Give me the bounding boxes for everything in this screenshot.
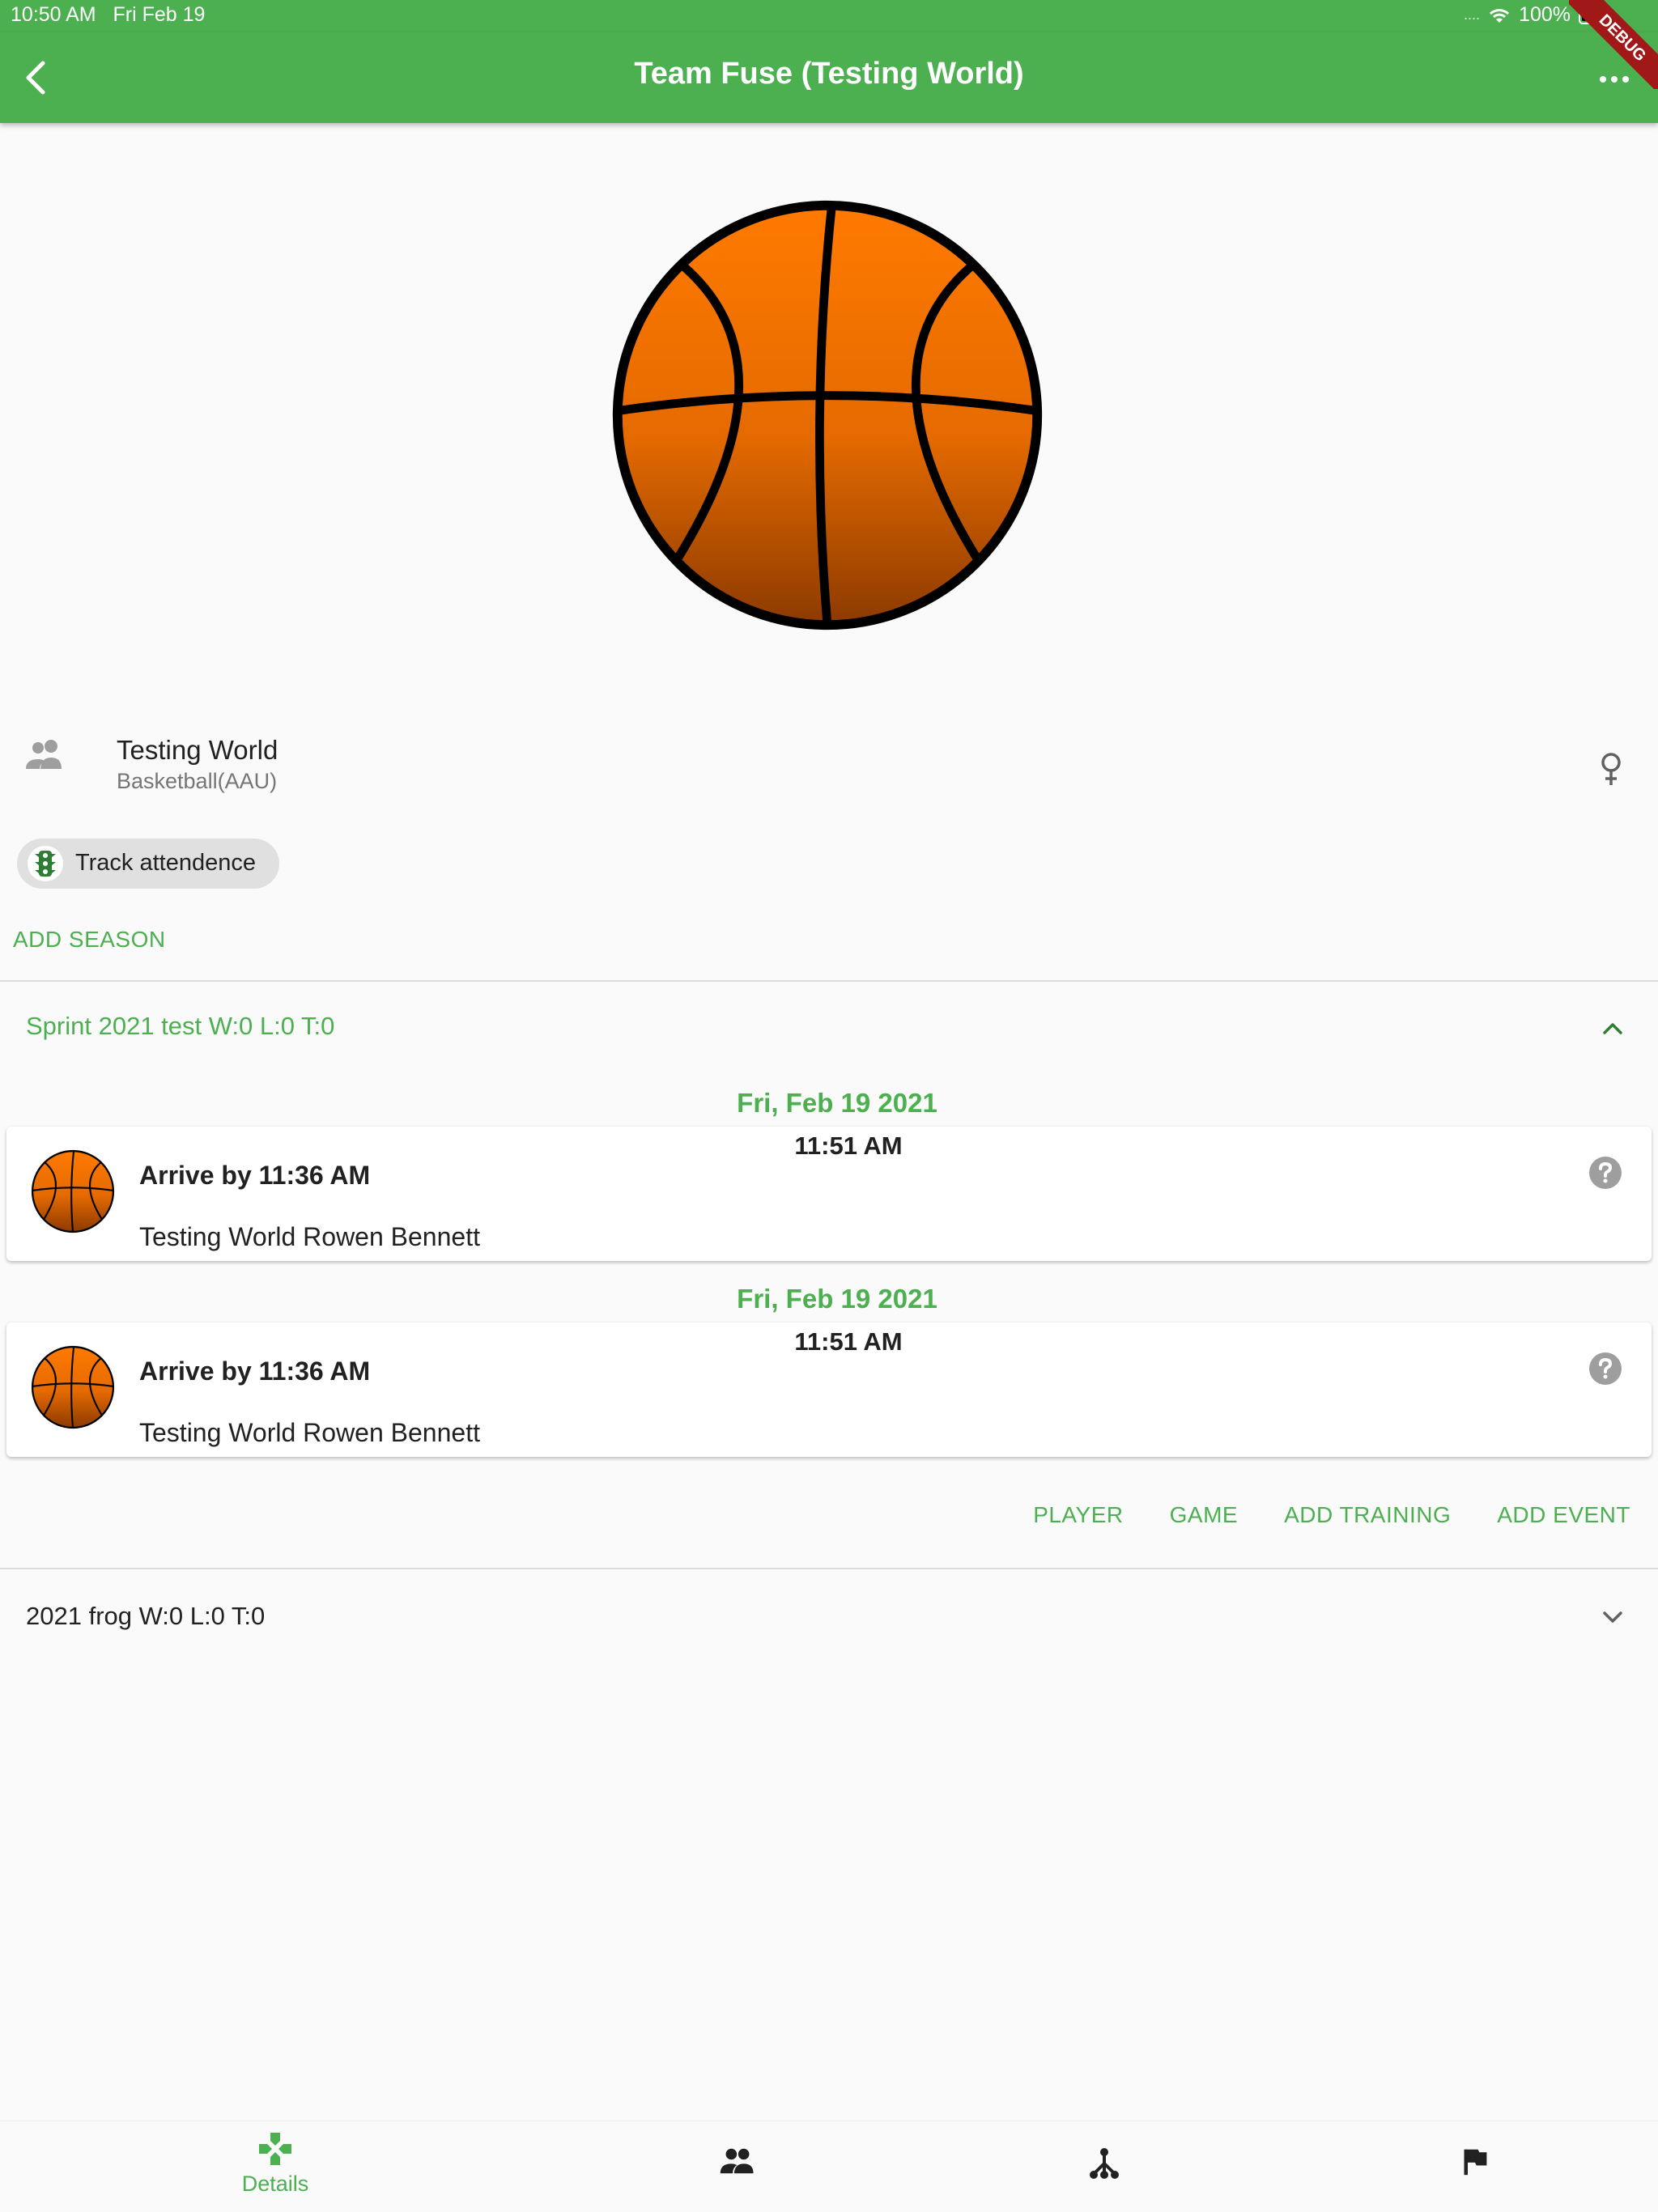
status-time: 10:50 AM Fri Feb 19 [11, 3, 206, 26]
game-button[interactable]: GAME [1170, 1502, 1238, 1528]
signal-indicator: .... [1464, 6, 1481, 23]
nav-details-label: Details [241, 2172, 309, 2196]
event-details: Testing World Rowen Bennett [139, 1418, 480, 1447]
nav-hierarchy[interactable] [1065, 2121, 1146, 2212]
status-bar: 10:50 AM Fri Feb 19 .... 100% [0, 0, 1658, 32]
event-date: Fri, Feb 19 2021 [737, 1088, 937, 1118]
nav-flag[interactable] [1433, 2121, 1514, 2212]
track-attendance-label: Track attendence [75, 850, 256, 876]
team-name: Testing World [117, 735, 278, 765]
event-date: Fri, Feb 19 2021 [737, 1284, 937, 1314]
debug-banner: DEBUG [1569, 0, 1658, 89]
gamepad-icon [259, 2133, 291, 2165]
add-season-button[interactable]: ADD SEASON [13, 927, 166, 953]
add-event-button[interactable]: ADD EVENT [1497, 1502, 1630, 1528]
event-time: 11:51 AM [794, 1131, 903, 1160]
basketball-icon [31, 1149, 115, 1233]
add-training-button[interactable]: ADD TRAINING [1284, 1502, 1451, 1528]
wifi-icon [1490, 8, 1510, 23]
nav-details[interactable]: Details [194, 2121, 356, 2212]
help-icon[interactable] [1588, 1156, 1622, 1190]
team-sport-image [609, 197, 1046, 634]
app-bar: Team Fuse (Testing World) [0, 32, 1658, 123]
traffic-light-icon [28, 846, 63, 881]
basketball-icon [31, 1345, 115, 1429]
chevron-up-icon[interactable] [1598, 1018, 1627, 1038]
help-icon[interactable] [1588, 1352, 1622, 1386]
people-icon [720, 2148, 754, 2174]
page-title: Team Fuse (Testing World) [634, 57, 1024, 91]
season-header-sprint-2021[interactable]: Sprint 2021 test W:0 L:0 T:0 [26, 1012, 334, 1041]
player-button[interactable]: PLAYER [1033, 1502, 1123, 1528]
chevron-down-icon[interactable] [1598, 1607, 1627, 1627]
bottom-navigation: Details [0, 2121, 1658, 2212]
event-card[interactable]: 11:51 AM Arrive by 11:36 AM Testing Worl… [6, 1323, 1652, 1457]
team-sport: Basketball(AAU) [117, 769, 278, 793]
debug-ribbon: DEBUG [1569, 0, 1658, 89]
event-time: 11:51 AM [794, 1327, 903, 1356]
event-arrive-time: Arrive by 11:36 AM [139, 1356, 371, 1386]
female-icon [1601, 753, 1621, 785]
divider [0, 1568, 1658, 1569]
network-icon [1090, 2148, 1119, 2179]
divider [0, 980, 1658, 982]
event-details: Testing World Rowen Bennett [139, 1222, 480, 1251]
event-arrive-time: Arrive by 11:36 AM [139, 1161, 371, 1190]
track-attendance-chip[interactable]: Track attendence [17, 839, 279, 889]
season-actions: PLAYER GAME ADD TRAINING ADD EVENT [1033, 1502, 1630, 1528]
people-icon [26, 740, 62, 769]
season-header-2021-frog[interactable]: 2021 frog W:0 L:0 T:0 [26, 1602, 265, 1631]
nav-team[interactable] [696, 2121, 777, 2212]
event-card[interactable]: 11:51 AM Arrive by 11:36 AM Testing Worl… [6, 1127, 1652, 1261]
flag-icon [1464, 2149, 1487, 2176]
battery-percent: 100% [1519, 3, 1571, 26]
